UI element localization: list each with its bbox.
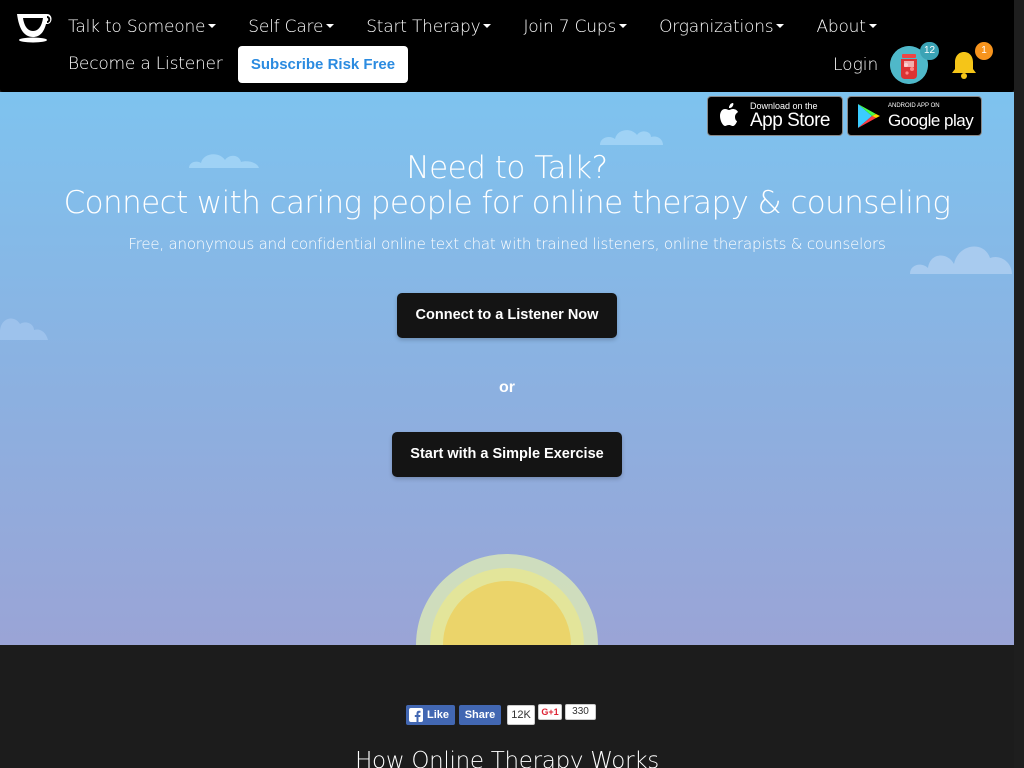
caret-down-icon xyxy=(483,24,492,28)
google-play-big-text: Google play xyxy=(888,111,974,130)
apple-icon xyxy=(720,103,738,126)
how-it-works-section: Like Share 12K G+1 330 How Online Therap… xyxy=(0,645,1014,768)
cloud-icon xyxy=(0,318,48,340)
bell-icon[interactable] xyxy=(951,50,977,80)
caret-down-icon xyxy=(776,24,785,28)
top-navbar: Talk to Someone Self Care Start Therapy … xyxy=(0,0,1014,92)
nav-self-care[interactable]: Self Care xyxy=(232,8,350,46)
hero-description: Free, anonymous and confidential online … xyxy=(128,235,886,253)
login-link[interactable]: Login xyxy=(833,47,878,83)
hero-title: Need to Talk? xyxy=(406,150,608,186)
facebook-share-button[interactable]: Share xyxy=(459,705,501,725)
notification-count-badge: 1 xyxy=(975,42,993,60)
nav-about[interactable]: About xyxy=(800,8,892,46)
google-play-button[interactable]: ANDROID APP ON Google play xyxy=(847,96,982,136)
nav-talk-to-someone[interactable]: Talk to Someone xyxy=(52,8,232,46)
hero-subtitle-heading: Connect with caring people for online th… xyxy=(63,185,951,221)
simple-exercise-button[interactable]: Start with a Simple Exercise xyxy=(392,432,622,477)
play-icon xyxy=(858,104,880,128)
app-store-button[interactable]: Download on the App Store xyxy=(707,96,843,136)
facebook-like-label: Like xyxy=(427,709,450,721)
cloud-icon xyxy=(600,130,663,145)
connect-listener-button[interactable]: Connect to a Listener Now xyxy=(397,293,617,338)
facebook-like-count: 12K xyxy=(507,705,535,725)
cup-logo-icon[interactable] xyxy=(14,9,54,45)
facebook-icon xyxy=(409,708,423,722)
section-heading: How Online Therapy Works xyxy=(355,748,659,768)
subscribe-button[interactable]: Subscribe Risk Free xyxy=(238,46,408,83)
google-plus-count: 330 xyxy=(565,704,596,720)
or-separator: or xyxy=(499,379,515,396)
avatar-count-badge: 12 xyxy=(920,42,940,60)
become-listener-link[interactable]: Become a Listener xyxy=(68,46,223,82)
hero-section: Download on the App Store ANDROID APP ON… xyxy=(0,92,1014,645)
nav-organizations[interactable]: Organizations xyxy=(643,8,800,46)
sun-icon xyxy=(416,554,598,645)
google-plus-button[interactable]: G+1 xyxy=(538,704,562,720)
caret-down-icon xyxy=(326,24,335,28)
nav-start-therapy[interactable]: Start Therapy xyxy=(350,8,507,46)
app-store-big-text: App Store xyxy=(750,110,831,131)
caret-down-icon xyxy=(208,24,217,28)
main-nav: Talk to Someone Self Care Start Therapy … xyxy=(52,8,893,46)
facebook-like-button[interactable]: Like xyxy=(406,705,455,725)
google-play-small-text: ANDROID APP ON xyxy=(888,103,940,109)
caret-down-icon xyxy=(619,24,628,28)
nav-join-7-cups[interactable]: Join 7 Cups xyxy=(507,8,643,46)
caret-down-icon xyxy=(868,24,877,28)
